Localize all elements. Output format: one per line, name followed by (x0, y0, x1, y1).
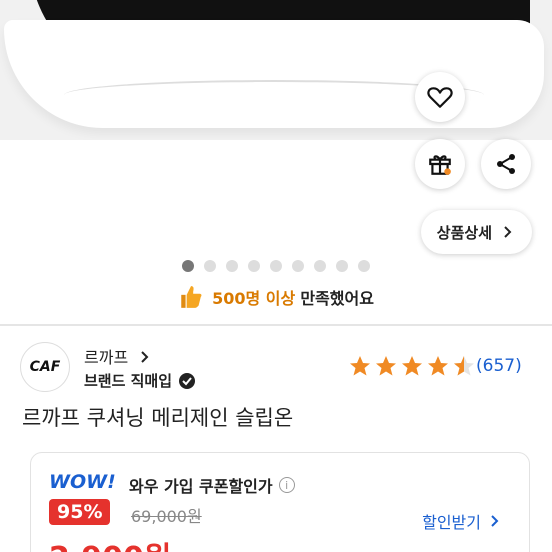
satisfaction-banner: 500명 이상 만족했어요 (0, 284, 552, 310)
gallery-dot[interactable] (182, 260, 194, 272)
gallery-dot[interactable] (204, 260, 216, 272)
product-detail-button[interactable]: 상품상세 (420, 210, 532, 254)
section-divider (0, 324, 552, 326)
chevron-right-icon (504, 226, 512, 238)
rating-stars[interactable] (348, 354, 476, 378)
heart-icon (427, 87, 453, 108)
gallery-dot[interactable] (226, 260, 238, 272)
product-image (0, 0, 552, 140)
star-icon (402, 356, 422, 376)
wow-coupon-label: 와우 가입 쿠폰할인가 (129, 477, 273, 496)
gift-icon (429, 155, 451, 175)
shoe-sole (4, 20, 544, 128)
share-button[interactable] (481, 139, 531, 189)
gallery-dot[interactable] (358, 260, 370, 272)
brand-logo[interactable]: CAF (20, 342, 70, 392)
gift-button[interactable] (415, 139, 465, 189)
brand-link[interactable]: 르까프 (84, 344, 151, 368)
discount-rate: 95% (49, 499, 111, 525)
review-count[interactable]: (657) (476, 356, 522, 376)
brand-direct-badge: 브랜드 직매입 (84, 370, 196, 391)
gallery-dot[interactable] (314, 260, 326, 272)
star-half-icon (454, 356, 474, 376)
gallery-dot[interactable] (270, 260, 282, 272)
wishlist-button[interactable] (415, 72, 465, 122)
share-icon (497, 154, 515, 174)
get-coupon-button[interactable]: 할인받기 (422, 509, 501, 533)
gallery-pagination (182, 260, 370, 272)
gallery-dot[interactable] (292, 260, 304, 272)
wow-logo: WOW! (49, 471, 116, 493)
chevron-right-icon (141, 351, 149, 363)
info-icon[interactable]: i (278, 477, 295, 493)
thumbs-up-icon (181, 286, 202, 308)
sale-price: 2,900원 (49, 533, 172, 552)
star-icon (350, 356, 370, 376)
star-icon (428, 356, 448, 376)
brand-direct-label: 브랜드 직매입 (84, 372, 173, 390)
gallery-dot[interactable] (336, 260, 348, 272)
wow-coupon-price: 와우 가입 쿠폰할인가 i (129, 473, 295, 497)
original-price: 69,000원 (131, 507, 202, 526)
brand-name: 르까프 (84, 348, 129, 367)
product-detail-label: 상품상세 (436, 223, 492, 242)
product-title: 르까프 쿠셔닝 메리제인 슬립온 (22, 406, 294, 430)
chevron-right-icon (491, 515, 499, 527)
star-icon (376, 356, 396, 376)
price-card: WOW! 와우 가입 쿠폰할인가 i 95% 69,000원 할인받기 2,90… (30, 452, 530, 552)
get-coupon-label: 할인받기 (422, 513, 481, 532)
gallery-dot[interactable] (248, 260, 260, 272)
satisfaction-text: 만족했어요 (300, 289, 374, 308)
satisfaction-count: 500명 이상 (212, 289, 296, 308)
verified-icon (179, 372, 196, 389)
